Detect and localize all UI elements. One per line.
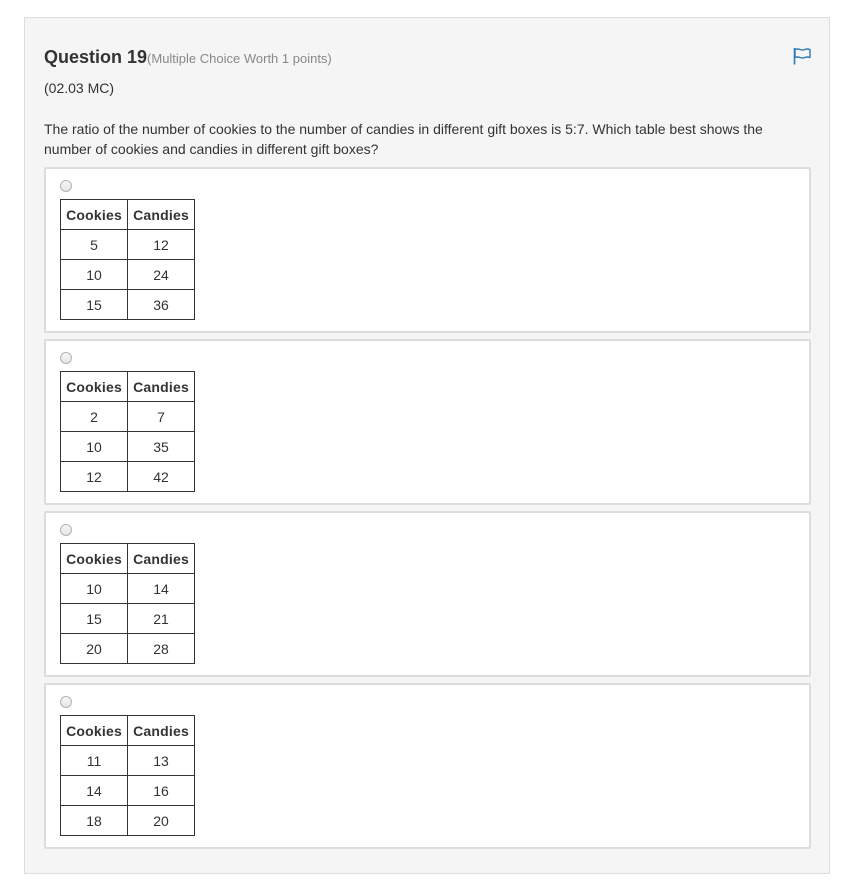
- cookies-cell: 18: [60, 805, 128, 836]
- cookies-cell: 11: [60, 745, 128, 776]
- table-header-row: Cookies Candies: [60, 543, 195, 574]
- flag-question-button[interactable]: [792, 47, 812, 65]
- choice-1-table: Cookies Candies 5 12 10 24 15 36: [60, 199, 195, 320]
- table-row: 10 35: [60, 431, 195, 462]
- cookies-cell: 10: [60, 573, 128, 604]
- choice-4-radio[interactable]: [60, 696, 72, 708]
- choice-1-radio[interactable]: [60, 180, 72, 192]
- table-row: 15 36: [60, 289, 195, 320]
- candies-cell: 7: [127, 401, 195, 432]
- cookies-cell: 10: [60, 259, 128, 290]
- candies-cell: 14: [127, 573, 195, 604]
- table-row: 2 7: [60, 401, 195, 432]
- cookies-cell: 20: [60, 633, 128, 664]
- question-header: Question 19(Multiple Choice Worth 1 poin…: [44, 47, 332, 68]
- candies-cell: 28: [127, 633, 195, 664]
- table-row: 14 16: [60, 775, 195, 806]
- table-row: 5 12: [60, 229, 195, 260]
- header-cookies: Cookies: [60, 715, 128, 746]
- header-cookies: Cookies: [60, 371, 128, 402]
- question-panel: Question 19(Multiple Choice Worth 1 poin…: [24, 17, 830, 874]
- candies-cell: 36: [127, 289, 195, 320]
- question-prompt: The ratio of the number of cookies to th…: [44, 121, 763, 157]
- choice-3-table: Cookies Candies 10 14 15 21 20 28: [60, 543, 195, 664]
- table-row: 15 21: [60, 603, 195, 634]
- cookies-cell: 10: [60, 431, 128, 462]
- cookies-cell: 14: [60, 775, 128, 806]
- cookies-cell: 12: [60, 461, 128, 492]
- answer-choice-2[interactable]: Cookies Candies 2 7 10 35 12 42: [44, 339, 811, 505]
- header-candies: Candies: [127, 543, 195, 574]
- cookies-cell: 15: [60, 603, 128, 634]
- choice-2-radio[interactable]: [60, 352, 72, 364]
- table-row: 18 20: [60, 805, 195, 836]
- choice-3-radio[interactable]: [60, 524, 72, 536]
- header-candies: Candies: [127, 199, 195, 230]
- flag-icon: [793, 48, 811, 65]
- table-row: 11 13: [60, 745, 195, 776]
- candies-cell: 42: [127, 461, 195, 492]
- candies-cell: 20: [127, 805, 195, 836]
- candies-cell: 12: [127, 229, 195, 260]
- question-title: Question 19: [44, 47, 148, 67]
- candies-cell: 13: [127, 745, 195, 776]
- table-row: 12 42: [60, 461, 195, 492]
- table-row: 10 24: [60, 259, 195, 290]
- cookies-cell: 15: [60, 289, 128, 320]
- table-row: 10 14: [60, 573, 195, 604]
- table-header-row: Cookies Candies: [60, 715, 195, 746]
- candies-cell: 24: [127, 259, 195, 290]
- table-header-row: Cookies Candies: [60, 199, 195, 230]
- table-header-row: Cookies Candies: [60, 371, 195, 402]
- answer-choice-3[interactable]: Cookies Candies 10 14 15 21 20 28: [44, 511, 811, 677]
- cookies-cell: 5: [60, 229, 128, 260]
- choice-2-table: Cookies Candies 2 7 10 35 12 42: [60, 371, 195, 492]
- choice-4-table: Cookies Candies 11 13 14 16 18 20: [60, 715, 195, 836]
- table-row: 20 28: [60, 633, 195, 664]
- answer-choice-4[interactable]: Cookies Candies 11 13 14 16 18 20: [44, 683, 811, 849]
- candies-cell: 21: [127, 603, 195, 634]
- cookies-cell: 2: [60, 401, 128, 432]
- header-cookies: Cookies: [60, 199, 128, 230]
- candies-cell: 35: [127, 431, 195, 462]
- answer-choice-1[interactable]: Cookies Candies 5 12 10 24 15 36: [44, 167, 811, 333]
- question-code: (02.03 MC): [44, 80, 115, 96]
- header-cookies: Cookies: [60, 543, 128, 574]
- question-worth: (Multiple Choice Worth 1 points): [147, 51, 332, 66]
- candies-cell: 16: [127, 775, 195, 806]
- header-candies: Candies: [127, 715, 195, 746]
- header-candies: Candies: [127, 371, 195, 402]
